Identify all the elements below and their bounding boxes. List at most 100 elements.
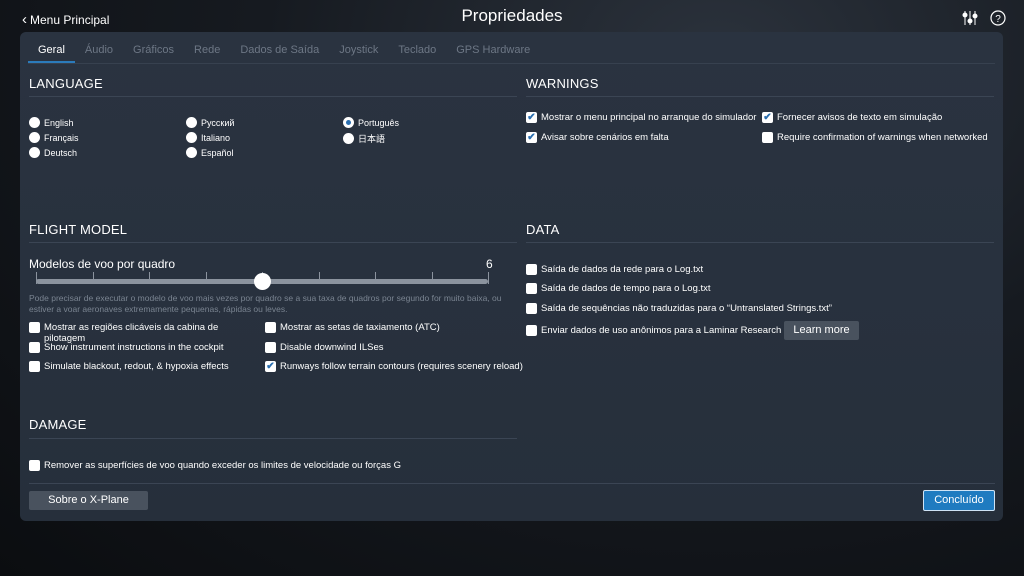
checkbox-item[interactable]: Saída de sequências não traduzidas para … <box>526 303 832 314</box>
checkbox-label: Mostrar as regiões clicáveis da cabina d… <box>44 322 219 344</box>
checkbox-label: Avisar sobre cenários em falta <box>541 132 669 143</box>
radio-label: Русский <box>201 117 235 128</box>
flight-model-hint: Pode precisar de executar o modelo de vo… <box>29 293 502 314</box>
checkbox-label: Saída de sequências não traduzidas para … <box>541 303 832 314</box>
tab-dados-de-sa-da[interactable]: Dados de Saída <box>230 44 329 63</box>
checkbox-label: Simulate blackout, redout, & hypoxia eff… <box>44 361 229 372</box>
checkbox-item[interactable]: ✔ Mostrar o menu principal no arranque do… <box>526 112 756 123</box>
radio-button-icon[interactable] <box>29 117 40 128</box>
language-heading: LANGUAGE <box>29 76 103 91</box>
damage-heading: DAMAGE <box>29 417 87 432</box>
tab-gr-ficos[interactable]: Gráficos <box>123 44 184 63</box>
checkbox-label: Runways follow terrain contours (require… <box>280 361 523 372</box>
radio-button-icon[interactable] <box>343 133 354 144</box>
checkbox-label: Enviar dados de uso anônimos para a Lami… <box>541 325 782 336</box>
checkbox-label: Mostrar o menu principal no arranque do … <box>541 112 757 123</box>
data-heading: DATA <box>526 222 560 237</box>
flight-models-slider[interactable] <box>36 272 489 292</box>
checkbox-icon[interactable] <box>265 342 276 353</box>
checkbox-label: Saída de dados da rede para o Log.txt <box>541 264 704 275</box>
checkbox-item[interactable]: Mostrar as regiões clicáveis da cabina d… <box>29 322 229 344</box>
tab--udio[interactable]: Áudio <box>75 44 123 63</box>
checkbox-item[interactable]: Show instrument instructions in the cock… <box>29 342 249 353</box>
slider-tick <box>488 272 489 284</box>
slider-tick <box>36 272 37 284</box>
radio-button-icon[interactable] <box>186 147 197 158</box>
slider-tick <box>205 272 207 284</box>
checkbox-icon[interactable] <box>526 325 537 336</box>
checkbox-item[interactable]: Saída de dados de tempo para o Log.txt <box>526 283 711 294</box>
tab-rede[interactable]: Rede <box>184 44 230 63</box>
radio-label: Português <box>358 117 400 128</box>
language-radio[interactable]: 日本語 <box>343 132 385 145</box>
checkbox-icon[interactable] <box>265 322 276 333</box>
checkbox-icon[interactable] <box>29 460 40 471</box>
language-radio[interactable]: Deutsch <box>29 147 77 158</box>
checkbox-item[interactable]: Saída de dados da rede para o Log.txt <box>526 264 703 275</box>
checkbox-icon[interactable] <box>526 264 537 275</box>
language-radio[interactable]: Italiano <box>186 132 230 143</box>
slider-tick <box>431 272 433 284</box>
radio-label: 日本語 <box>358 134 386 144</box>
slider-tick <box>318 272 320 284</box>
checkbox-icon[interactable] <box>29 361 40 372</box>
radio-label: Italiano <box>201 132 231 143</box>
checkbox-icon[interactable] <box>29 322 40 333</box>
tab-gps-hardware[interactable]: GPS Hardware <box>446 44 540 63</box>
checkbox-item[interactable]: ✔ Avisar sobre cenários em falta <box>526 132 669 143</box>
learn-more-button[interactable]: Learn more <box>784 321 859 340</box>
flight-model-heading: FLIGHT MODEL <box>29 222 128 237</box>
checkbox-icon[interactable] <box>526 283 537 294</box>
checkbox-checked-icon[interactable]: ✔ <box>526 112 537 123</box>
checkbox-checked-icon[interactable]: ✔ <box>265 361 276 372</box>
radio-button-icon[interactable] <box>186 117 197 128</box>
slider-value: 6 <box>486 257 493 271</box>
checkbox-checked-icon[interactable]: ✔ <box>526 132 537 143</box>
radio-label: Français <box>44 132 79 143</box>
done-button[interactable]: Concluído <box>923 490 995 511</box>
warnings-heading: WARNINGS <box>526 76 599 91</box>
checkbox-label: Remover as superfícies de voo quando exc… <box>44 460 401 471</box>
language-radio[interactable]: Español <box>186 147 234 158</box>
checkbox-item[interactable]: Disable downwind ILSes <box>265 342 525 353</box>
checkbox-checked-icon[interactable]: ✔ <box>762 112 773 123</box>
checkbox-icon[interactable] <box>526 303 537 314</box>
properties-panel: Geral Áudio Gráficos Rede Dados de Saída Joys… <box>20 32 1003 521</box>
tab-joystick[interactable]: Joystick <box>329 44 388 63</box>
about-xplane-button[interactable]: Sobre o X-Plane <box>29 491 148 510</box>
radio-label: Español <box>201 147 234 158</box>
checkbox-item[interactable]: Mostrar as setas de taxiamento (ATC) <box>265 322 525 333</box>
radio-button-icon[interactable] <box>186 132 197 143</box>
checkbox-label: Mostrar as setas de taxiamento (ATC) <box>280 322 440 333</box>
checkbox-item[interactable]: Remover as superfícies de voo quando exc… <box>29 460 401 471</box>
checkbox-icon[interactable] <box>29 342 40 353</box>
radio-button-icon[interactable] <box>29 147 40 158</box>
radio-button-icon[interactable] <box>29 132 40 143</box>
slider-tick <box>149 272 150 284</box>
checkbox-item[interactable]: ✔ Fornecer avisos de texto em simulação <box>762 112 942 123</box>
slider-tick <box>92 272 94 284</box>
checkbox-item[interactable]: ✔ Runways follow terrain contours (requir… <box>265 361 535 372</box>
checkbox-item[interactable]: Require confirmation of warnings when ne… <box>762 132 988 143</box>
checkbox-label: Show instrument instructions in the cock… <box>44 342 224 353</box>
help-icon[interactable]: ? <box>990 10 1006 26</box>
checkbox-label: Disable downwind ILSes <box>280 342 384 353</box>
page-title: Propriedades <box>461 6 563 25</box>
language-radio[interactable]: English <box>29 117 74 128</box>
checkbox-label: Saída de dados de tempo para o Log.txt <box>541 283 711 294</box>
checkbox-icon[interactable] <box>762 132 773 143</box>
tab-teclado[interactable]: Teclado <box>388 44 446 63</box>
svg-text:?: ? <box>995 14 1001 25</box>
slider-label: Modelos de voo por quadro <box>29 257 176 271</box>
tab-geral[interactable]: Geral <box>28 44 75 63</box>
sliders-icon[interactable] <box>962 10 978 26</box>
language-radio[interactable]: Français <box>29 132 79 143</box>
radio-button-icon[interactable] <box>343 117 354 128</box>
language-radio[interactable]: Русский <box>186 117 234 128</box>
slider-thumb[interactable] <box>254 273 271 290</box>
checkbox-item[interactable]: Enviar dados de uso anônimos para a Lami… <box>526 325 781 336</box>
checkbox-item[interactable]: Simulate blackout, redout, & hypoxia eff… <box>29 361 249 372</box>
language-radio[interactable]: Português <box>343 117 399 128</box>
checkbox-label: Fornecer avisos de texto em simulação <box>777 112 943 123</box>
checkbox-label: Require confirmation of warnings when ne… <box>777 132 988 143</box>
